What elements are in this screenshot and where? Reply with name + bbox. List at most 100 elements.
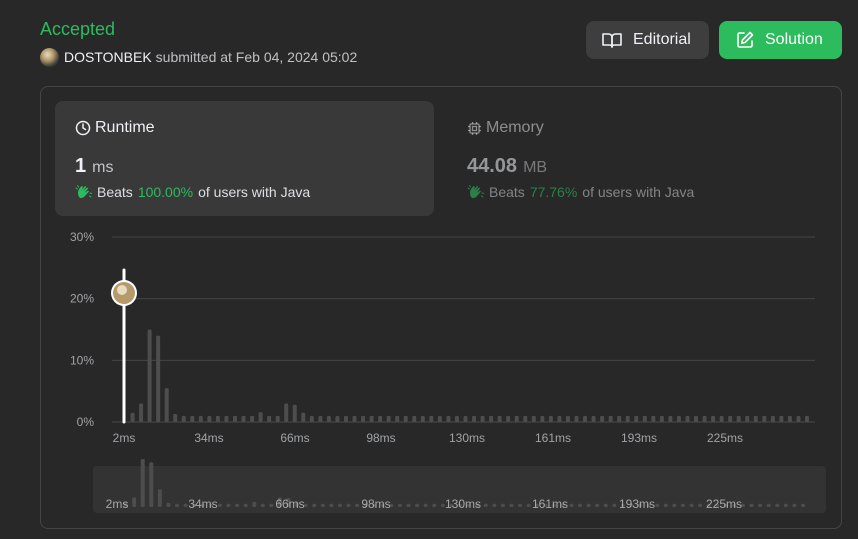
chart-bar <box>343 415 348 422</box>
chart-bar <box>540 415 545 422</box>
chart-bar <box>634 415 639 422</box>
chart-bar <box>719 415 724 422</box>
chart-bar <box>173 413 178 422</box>
chart-bar <box>796 415 801 422</box>
chart-bar <box>506 415 511 422</box>
overview-x-tick-label: 130ms <box>445 497 481 511</box>
overview-bar <box>603 503 608 507</box>
x-tick-label: 130ms <box>449 431 485 445</box>
chart-bar <box>181 415 186 422</box>
overview-bar <box>260 503 265 507</box>
chart-bar <box>736 415 741 422</box>
chart-bar <box>497 415 502 422</box>
chart-bar <box>702 415 707 422</box>
x-tick-label: 2ms <box>113 431 136 445</box>
chart-bar <box>378 415 383 422</box>
overview-bar <box>355 503 360 507</box>
overview-bar <box>320 503 325 507</box>
chart-bar <box>574 415 579 422</box>
chart-bar <box>651 415 656 422</box>
overview-x-tick-label: 34ms <box>188 497 217 511</box>
overview-bar <box>329 503 334 507</box>
x-tick-label: 66ms <box>280 431 309 445</box>
x-tick-label: 193ms <box>621 431 657 445</box>
chart-bar <box>668 415 673 422</box>
overview-bar <box>397 503 402 507</box>
chart-bar <box>318 415 323 422</box>
chart-bar <box>617 415 622 422</box>
overview-bar <box>337 503 342 507</box>
x-tick-label: 161ms <box>535 431 571 445</box>
overview-x-tick-label: 98ms <box>361 497 390 511</box>
chart-bar <box>600 415 605 422</box>
chart-bar <box>557 415 562 422</box>
x-tick-label: 34ms <box>194 431 223 445</box>
chart-bar <box>275 415 280 422</box>
overview-x-tick-label: 2ms <box>106 497 129 511</box>
chart-bar <box>395 415 400 422</box>
overview-bar <box>235 503 240 507</box>
overview-bar <box>578 503 583 507</box>
overview-bar <box>132 497 137 507</box>
chart-bar <box>250 415 255 422</box>
chart-bar <box>352 415 357 422</box>
overview-bar <box>252 501 257 507</box>
y-tick-label: 10% <box>70 353 94 367</box>
overview-bar <box>749 503 754 507</box>
overview-bar <box>217 503 222 507</box>
chart-bar <box>625 415 630 422</box>
overview-bar <box>766 503 771 507</box>
chart-bar <box>489 415 494 422</box>
overview-bar <box>663 503 668 507</box>
chart-bar <box>403 415 408 422</box>
overview-bar <box>492 503 497 507</box>
chart-bar <box>292 404 297 422</box>
chart-bar <box>147 329 152 422</box>
runtime-distribution-chart[interactable]: 30% 20% 10% 0% 2ms 34ms 66ms 98ms 130ms 161ms 193m… <box>0 0 858 539</box>
chart-bar <box>711 415 716 422</box>
overview-x-tick-label: 66ms <box>275 497 304 511</box>
overview-bar <box>175 503 180 507</box>
overview-bar <box>166 502 171 507</box>
y-tick-label: 20% <box>70 292 94 306</box>
chart-bar <box>762 415 767 422</box>
overview-bar <box>157 489 162 507</box>
chart-bar <box>642 415 647 422</box>
overview-bar <box>680 503 685 507</box>
y-tick-label: 30% <box>70 230 94 244</box>
overview-bar <box>183 503 188 507</box>
overview-bar <box>149 462 154 507</box>
overview-bar <box>415 503 420 507</box>
chart-bar <box>139 403 144 422</box>
chart-bar <box>583 415 588 422</box>
overview-bar <box>758 503 763 507</box>
chart-bar <box>412 415 417 422</box>
chart-bar <box>531 415 536 422</box>
overview-bar <box>346 503 351 507</box>
overview-bar <box>518 503 523 507</box>
chart-bar <box>685 415 690 422</box>
chart-bar <box>728 415 733 422</box>
overview-bar <box>783 503 788 507</box>
chart-bar <box>369 415 374 422</box>
chart-bar <box>232 415 237 422</box>
chart-bar <box>659 415 664 422</box>
overview-bar <box>406 503 411 507</box>
chart-bar <box>301 412 306 422</box>
chart-bar <box>514 415 519 422</box>
chart-bar <box>787 415 792 422</box>
overview-bar <box>312 503 317 507</box>
y-tick-label: 0% <box>77 415 95 429</box>
chart-bar <box>156 335 161 422</box>
chart-bar <box>745 415 750 422</box>
overview-bar <box>509 503 514 507</box>
overview-bar <box>672 503 677 507</box>
chart-bar <box>463 415 468 422</box>
overview-bar <box>586 503 591 507</box>
chart-bar <box>309 415 314 422</box>
chart-bar <box>591 415 596 422</box>
chart-bar <box>386 415 391 422</box>
overview-x-tick-label: 161ms <box>532 497 568 511</box>
overview-bar <box>569 503 574 507</box>
chart-bar <box>548 415 553 422</box>
